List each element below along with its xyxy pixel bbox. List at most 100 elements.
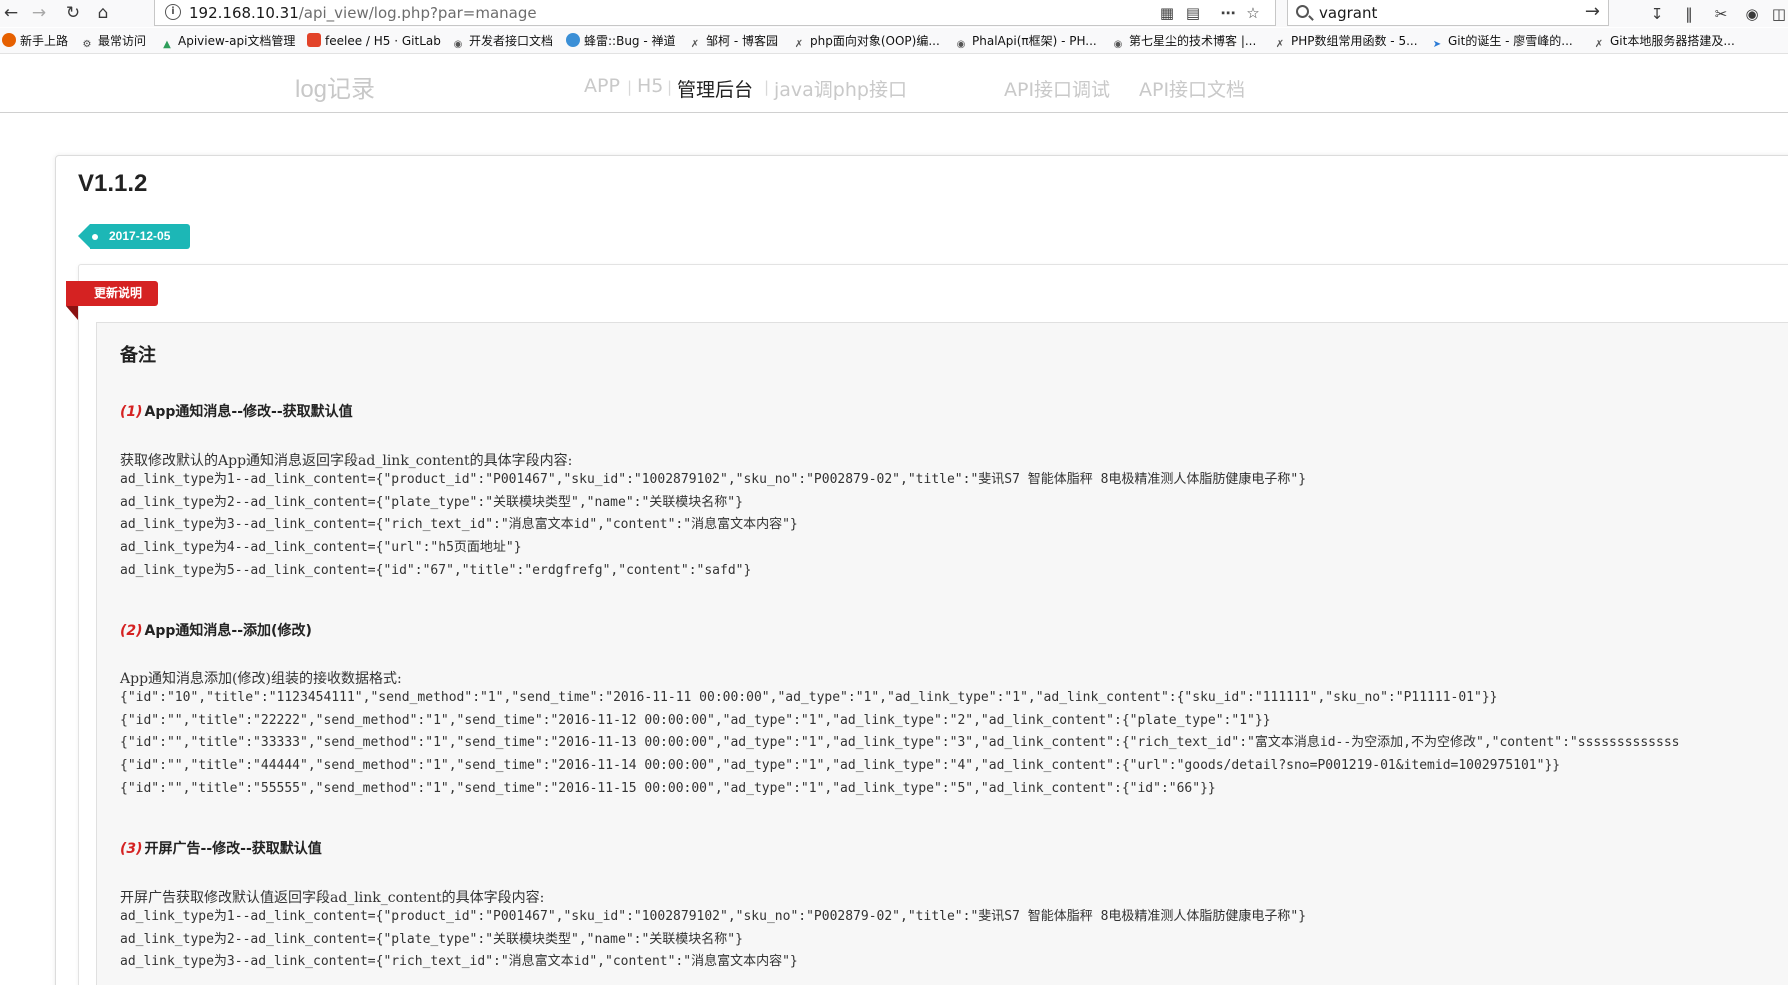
code-line: ad_link_type为1--ad_link_content={"produc…: [120, 909, 1307, 924]
section-title: (2) App通知消息--添加(修改): [120, 620, 312, 640]
bookmark-label: feelee / H5 · GitLab: [325, 34, 441, 48]
date-dot-icon: [92, 234, 98, 240]
ribbon-fold: [66, 306, 78, 320]
bookmark-label: PHP数组常用函数 - 5...: [1291, 34, 1418, 48]
sidebar-icon[interactable]: ◫: [1768, 3, 1788, 25]
code-line: ad_link_type为2--ad_link_content={"plate_…: [120, 931, 743, 947]
bookmark-item[interactable]: ⚙ 最常访问: [80, 32, 147, 50]
bookmark-label: Git本地服务器搭建及...: [1610, 34, 1735, 48]
screenshot-icon[interactable]: ✂: [1710, 3, 1732, 25]
section-intro: 获取修改默认的App通知消息返回字段ad_link_content的具体字段内容…: [120, 453, 573, 469]
apiview-icon: ▲: [163, 39, 171, 50]
date-tag: 2017-12-05: [78, 224, 190, 249]
code-line: ad_link_type为3--ad_link_content={"rich_t…: [120, 517, 798, 533]
code-line: {"id":"10","title":"1123454111","send_me…: [120, 690, 1498, 705]
bookmark-label: 蜂雷::Bug - 禅道: [584, 34, 676, 48]
nav-h5[interactable]: H5: [637, 75, 663, 97]
nav-separator: |: [667, 78, 673, 96]
bookmark-item[interactable]: 蜂雷::Bug - 禅道: [566, 32, 676, 50]
gear-icon: ⚙: [82, 39, 92, 50]
blog-icon: ✗: [1594, 39, 1604, 50]
arrow-right-icon[interactable]: →: [1585, 1, 1600, 22]
bookmark-label: 最常访问: [98, 34, 147, 48]
bookmark-item[interactable]: ◉ 开发者接口文档: [451, 32, 553, 50]
nav-api-docs[interactable]: API接口文档: [1139, 75, 1245, 102]
bookmark-item[interactable]: ➤ Git的诞生 - 廖雪峰的...: [1430, 32, 1573, 50]
url-host: 192.168.10.31: [189, 4, 299, 22]
code-line: {"id":"","title":"22222","send_method":"…: [120, 712, 1271, 728]
section-title: (3) 开屏广告--修改--获取默认值: [120, 838, 322, 858]
section-number: (2): [120, 623, 143, 639]
bookmark-item[interactable]: ▲ Apiview-api文档管理: [160, 32, 295, 50]
bookmark-label: 新手上路: [20, 34, 69, 48]
section-title-text: 开屏广告--修改--获取默认值: [144, 841, 322, 857]
nav-api-debug[interactable]: API接口调试: [1004, 75, 1110, 102]
download-icon[interactable]: ↧: [1646, 3, 1668, 25]
url-bar[interactable]: i 192.168.10.31/api_view/log.php?par=man…: [154, 0, 1276, 26]
nav-admin[interactable]: 管理后台: [677, 75, 753, 102]
bookmarks-bar: 新手上路 ⚙ 最常访问 ▲ Apiview-api文档管理 feelee / H5 …: [0, 28, 1788, 54]
bookmark-item[interactable]: ✗ 邹柯 - 博客园: [688, 32, 778, 50]
info-icon[interactable]: i: [165, 4, 181, 20]
code-line: ad_link_type为1--ad_link_content={"produc…: [120, 472, 1307, 487]
nav-separator: |: [764, 78, 770, 96]
globe-icon: ◉: [956, 39, 966, 50]
globe-icon: ◉: [1113, 39, 1123, 50]
chat-icon[interactable]: ◉: [1741, 3, 1763, 25]
search-icon: [1296, 5, 1309, 18]
rocket-icon: ➤: [1432, 39, 1442, 50]
date-text: 2017-12-05: [109, 229, 171, 243]
section-title: (1) App通知消息--修改--获取默认值: [120, 401, 353, 421]
browser-toolbar: ← → ↻ ⌂ i 192.168.10.31/api_view/log.php…: [0, 0, 1788, 27]
code-line: ad_link_type为5--ad_link_content={"id":"6…: [120, 562, 752, 578]
update-ribbon: 更新说明: [66, 281, 158, 306]
globe-icon: ◉: [453, 39, 463, 50]
section-title-text: App通知消息--添加(修改): [144, 623, 312, 639]
nav-java-php[interactable]: java调php接口: [774, 75, 907, 102]
nav-app[interactable]: APP: [584, 75, 620, 97]
bookmark-item[interactable]: ✗ php面向对象(OOP)编...: [792, 32, 940, 50]
code-line: {"id":"","title":"33333","send_method":"…: [120, 735, 1680, 751]
bookmark-item[interactable]: feelee / H5 · GitLab: [307, 32, 441, 50]
section-number: (3): [120, 841, 143, 857]
bookmark-label: Apiview-api文档管理: [178, 34, 296, 48]
section-intro: 开屏广告获取修改默认值返回字段ad_link_content的具体字段内容:: [120, 890, 545, 906]
bookmark-star-icon[interactable]: ☆: [1243, 3, 1263, 23]
bookmark-label: php面向对象(OOP)编...: [810, 34, 940, 48]
version-title: V1.1.2: [78, 170, 148, 197]
bookmark-item[interactable]: 新手上路: [2, 32, 68, 50]
zentao-icon: [566, 33, 580, 47]
blog-icon: ✗: [794, 39, 804, 50]
gitlab-icon: [307, 33, 321, 47]
section-title-text: App通知消息--修改--获取默认值: [144, 404, 353, 420]
section-number: (1): [120, 404, 143, 420]
code-block: {"id":"10","title":"1123454111","send_me…: [120, 687, 1680, 800]
bookmark-item[interactable]: ◉ PhalApi(π框架) - PH...: [954, 32, 1097, 50]
url-text[interactable]: 192.168.10.31/api_view/log.php?par=manag…: [189, 4, 537, 22]
reader-icon[interactable]: ▤: [1183, 3, 1203, 23]
brand-logo[interactable]: log记录: [295, 69, 375, 104]
more-icon[interactable]: ⋯: [1218, 3, 1238, 23]
bookmark-label: PhalApi(π框架) - PH...: [972, 34, 1097, 48]
qr-code-icon[interactable]: ▦: [1157, 3, 1177, 23]
bookmark-label: Git的诞生 - 廖雪峰的...: [1448, 34, 1573, 48]
code-line: {"id":"","title":"44444","send_method":"…: [120, 758, 1561, 774]
site-header: log记录 APP | H5 | 管理后台 | java调php接口 API接口…: [0, 55, 1788, 113]
back-icon[interactable]: ←: [0, 2, 22, 24]
bookmark-label: 邹柯 - 博客园: [706, 34, 778, 48]
search-input[interactable]: vagrant: [1319, 4, 1377, 22]
blog-icon: ✗: [690, 39, 700, 50]
home-icon[interactable]: ⌂: [92, 2, 114, 24]
bookmark-label: 开发者接口文档: [469, 34, 554, 48]
library-icon[interactable]: ‖: [1678, 3, 1700, 25]
bookmark-item[interactable]: ✗ Git本地服务器搭建及...: [1592, 32, 1735, 50]
reload-icon[interactable]: ↻: [62, 2, 84, 24]
notes-title: 备注: [120, 345, 156, 366]
code-line: ad_link_type为4--ad_link_content={"url":"…: [120, 540, 522, 556]
search-bar[interactable]: vagrant →: [1287, 0, 1609, 26]
code-line: ad_link_type为2--ad_link_content={"plate_…: [120, 494, 743, 510]
bookmark-item[interactable]: ✗ PHP数组常用函数 - 5...: [1273, 32, 1418, 50]
nav-separator: |: [627, 78, 633, 96]
forward-icon[interactable]: →: [28, 2, 50, 24]
bookmark-item[interactable]: ◉ 第七星尘的技术博客 |...: [1111, 32, 1257, 50]
